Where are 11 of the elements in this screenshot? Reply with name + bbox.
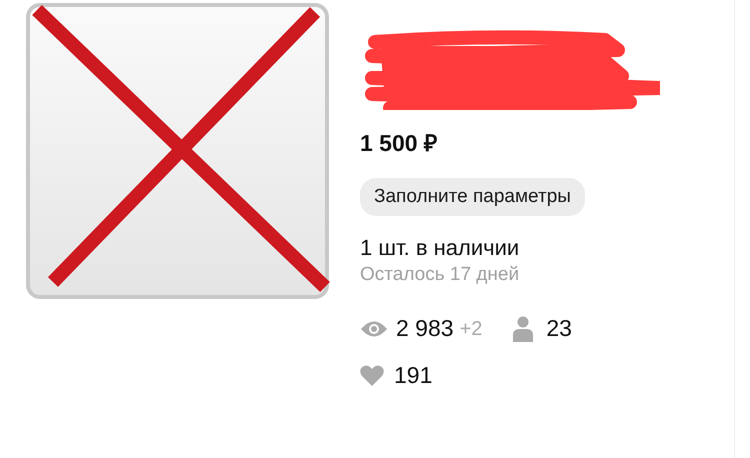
eye-icon bbox=[360, 320, 388, 338]
stock-text: 1 шт. в наличии bbox=[360, 234, 520, 262]
views-count: 2 983 bbox=[396, 314, 454, 344]
person-icon bbox=[512, 316, 534, 342]
days-left-text: Осталось 17 дней bbox=[360, 262, 520, 287]
subscribers-count: 23 bbox=[546, 314, 572, 344]
price: 1 500 ₽ bbox=[360, 130, 438, 158]
views-delta: +2 bbox=[460, 316, 482, 342]
heart-icon bbox=[360, 364, 384, 386]
fill-parameters-button[interactable]: Заполните параметры bbox=[360, 178, 585, 216]
likes-count: 191 bbox=[394, 360, 432, 390]
